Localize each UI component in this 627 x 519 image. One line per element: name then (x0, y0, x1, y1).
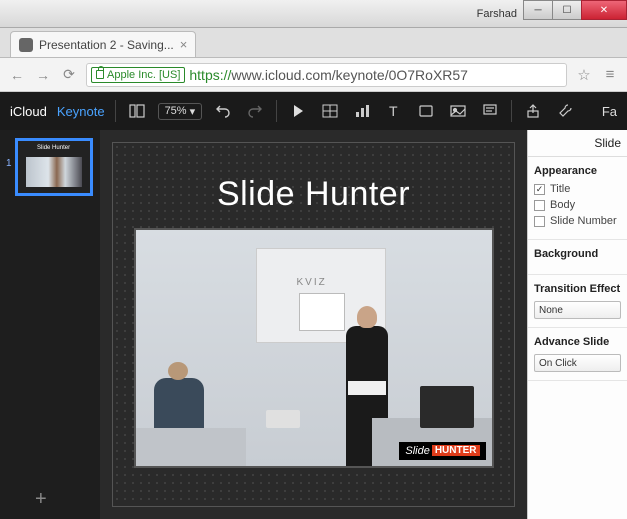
checkbox-title-label: Title (550, 183, 570, 195)
tab-favicon-icon (19, 38, 33, 52)
window-controls: ─ ☐ ✕ (524, 0, 627, 20)
advance-heading: Advance Slide (534, 336, 621, 348)
slide-image[interactable]: KVIZ Slide HUNTER (134, 228, 494, 468)
transition-value: None (539, 305, 563, 316)
panel-section-transition: Transition Effect None (528, 275, 627, 328)
media-button[interactable] (447, 100, 469, 122)
window-minimize-button[interactable]: ─ (523, 0, 553, 20)
slide: Slide Hunter KVIZ Slide HUNTER (119, 165, 509, 485)
slide-title-text[interactable]: Slide Hunter (217, 175, 410, 214)
checkbox-body-label: Body (550, 199, 575, 211)
toolbar-right-label: Fa (602, 104, 617, 119)
toolbar-separator (115, 100, 116, 122)
window-titlebar: Farshad ─ ☐ ✕ (0, 0, 627, 28)
slide-canvas-wrap: Slide Hunter KVIZ Slide HUNTER (100, 130, 527, 519)
tools-button[interactable] (554, 100, 576, 122)
panel-section-advance: Advance Slide On Click (528, 328, 627, 381)
checkbox-row-title[interactable]: Title (534, 183, 621, 195)
zoom-value: 75% (165, 105, 187, 117)
advance-select[interactable]: On Click (534, 354, 621, 372)
appearance-heading: Appearance (534, 165, 621, 177)
chevron-down-icon: ▾ (190, 105, 196, 118)
browser-tab[interactable]: Presentation 2 - Saving... × (10, 31, 196, 57)
slide-thumbnail-image (26, 157, 82, 187)
format-panel: Slide Appearance Title Body Slide Number… (527, 130, 627, 519)
brand-keynote: Keynote (57, 104, 105, 119)
chrome-menu-icon[interactable]: ≡ (601, 66, 619, 83)
window-close-button[interactable]: ✕ (581, 0, 627, 20)
slide-canvas[interactable]: Slide Hunter KVIZ Slide HUNTER (112, 142, 515, 507)
toolbar-separator (276, 100, 277, 122)
chart-button[interactable] (351, 100, 373, 122)
panel-section-appearance: Appearance Title Body Slide Number (528, 157, 627, 240)
photo-whiteboard-doc (299, 293, 345, 331)
panel-section-background: Background (528, 240, 627, 275)
svg-text:T: T (389, 103, 398, 119)
slide-thumbnail[interactable]: Slide Hunter (15, 138, 93, 196)
content-area: 1 Slide Hunter + Slide Hunter KVIZ (0, 130, 627, 519)
checkbox-row-slidenumber[interactable]: Slide Number (534, 215, 621, 227)
checkbox-slidenumber[interactable] (534, 216, 545, 227)
browser-tabstrip: Presentation 2 - Saving... × (0, 28, 627, 58)
view-mode-button[interactable] (126, 100, 148, 122)
text-button[interactable]: T (383, 100, 405, 122)
window-maximize-button[interactable]: ☐ (552, 0, 582, 20)
slide-thumbnail-title: Slide Hunter (18, 145, 90, 151)
watermark-badge: Slide HUNTER (399, 442, 485, 460)
url-path: www.icloud.com/keynote/0O7RoXR57 (231, 67, 468, 83)
transition-heading: Transition Effect (534, 283, 621, 295)
watermark-text-a: Slide (405, 445, 429, 457)
photo-monitor (420, 386, 474, 428)
window-user-label: Farshad (477, 8, 517, 20)
toolbar-separator (511, 100, 512, 122)
checkbox-title[interactable] (534, 184, 545, 195)
brand-icloud: iCloud (10, 104, 47, 119)
bookmark-star-icon[interactable]: ☆ (575, 66, 593, 84)
table-button[interactable] (319, 100, 341, 122)
share-button[interactable] (522, 100, 544, 122)
slide-navigator: 1 Slide Hunter + (0, 130, 100, 519)
address-bar[interactable]: Apple Inc. [US] https:// www.icloud.com/… (86, 63, 567, 87)
tab-close-icon[interactable]: × (180, 37, 188, 52)
nav-forward-button[interactable]: → (34, 66, 52, 84)
transition-select[interactable]: None (534, 301, 621, 319)
comment-button[interactable] (479, 100, 501, 122)
photo-projector (266, 410, 300, 428)
nav-back-button[interactable]: ← (8, 66, 26, 84)
undo-button[interactable] (212, 100, 234, 122)
ssl-badge[interactable]: Apple Inc. [US] (91, 67, 185, 83)
tab-title: Presentation 2 - Saving... (39, 38, 174, 52)
checkbox-slidenumber-label: Slide Number (550, 215, 617, 227)
checkbox-row-body[interactable]: Body (534, 199, 621, 211)
slide-thumbnail-row[interactable]: 1 Slide Hunter (6, 138, 94, 196)
slide-thumbnail-number: 1 (6, 158, 12, 169)
lock-icon (96, 70, 104, 79)
url-protocol: https:// (189, 67, 231, 83)
browser-toolbar: ← → ⟳ Apple Inc. [US] https:// www.iclou… (0, 58, 627, 92)
advance-value: On Click (539, 358, 577, 369)
photo-whiteboard-text: KVIZ (297, 277, 327, 288)
checkbox-body[interactable] (534, 200, 545, 211)
background-heading: Background (534, 248, 621, 260)
ssl-org-label: Apple Inc. [US] (107, 69, 180, 81)
photo-desk (136, 428, 246, 466)
keynote-toolbar: iCloud Keynote 75%▾ T Fa (0, 92, 627, 130)
redo-button[interactable] (244, 100, 266, 122)
panel-tab-slide[interactable]: Slide (528, 130, 627, 157)
nav-reload-button[interactable]: ⟳ (60, 66, 78, 84)
shape-button[interactable] (415, 100, 437, 122)
add-slide-button[interactable]: + (35, 488, 47, 511)
watermark-text-b: HUNTER (432, 445, 480, 456)
zoom-select[interactable]: 75%▾ (158, 103, 203, 120)
play-button[interactable] (287, 100, 309, 122)
